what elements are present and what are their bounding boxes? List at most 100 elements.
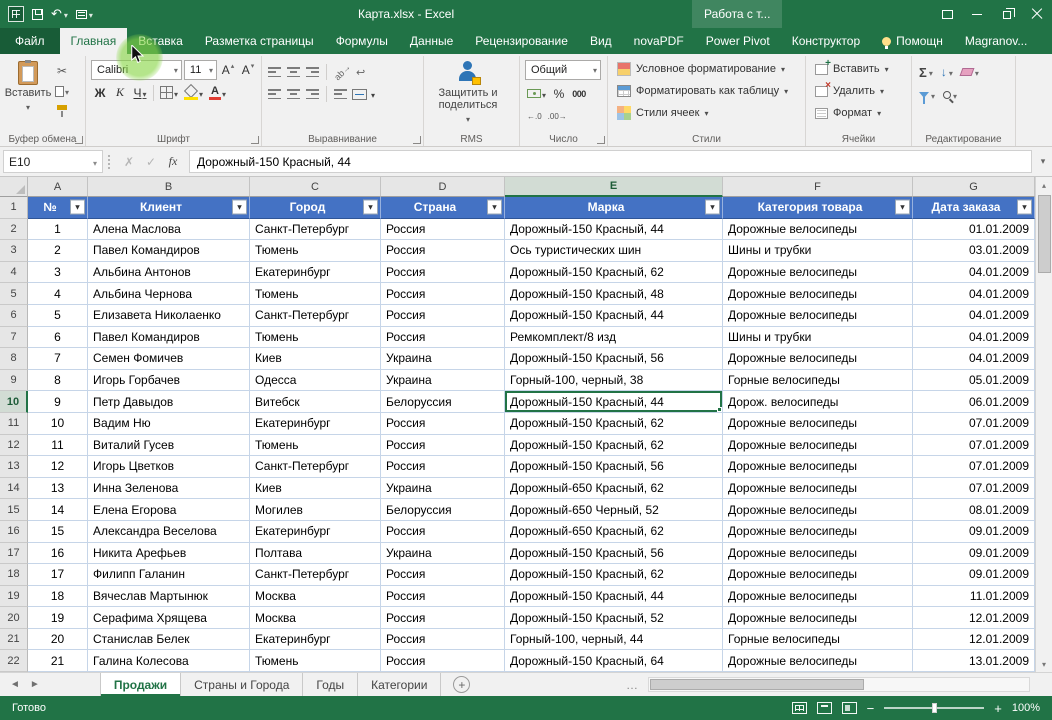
cell-B3[interactable]: Павел Командиров [88,240,250,262]
sheet-tab-prodazhi[interactable]: Продажи [100,673,181,696]
cell-G2[interactable]: 01.01.2009 [913,219,1035,241]
cell-A6[interactable]: 5 [28,305,88,327]
cell-G18[interactable]: 09.01.2009 [913,564,1035,586]
cell-D21[interactable]: Россия [381,629,505,651]
cell-A20[interactable]: 19 [28,607,88,629]
sort-filter-icon[interactable] [919,86,935,104]
row-header-8[interactable]: 8 [0,348,28,370]
cell-D2[interactable]: Россия [381,219,505,241]
cell-E17[interactable]: Дорожный-150 Красный, 56 [505,543,723,565]
cell-D13[interactable]: Россия [381,456,505,478]
cell-F8[interactable]: Дорожные велосипеды [723,348,913,370]
cell-A13[interactable]: 12 [28,456,88,478]
row-header-18[interactable]: 18 [0,564,28,586]
close-button[interactable] [1022,0,1052,28]
cell-D10[interactable]: Белоруссия [381,391,505,413]
cell-G20[interactable]: 12.01.2009 [913,607,1035,629]
cell-G16[interactable]: 09.01.2009 [913,521,1035,543]
column-header-B[interactable]: B [88,177,250,197]
cell-E1[interactable]: Марка [505,197,723,219]
borders-icon[interactable] [158,83,180,103]
delete-cells-button[interactable]: Удалить [811,80,907,102]
align-left-icon[interactable] [267,88,282,100]
cell-A11[interactable]: 10 [28,413,88,435]
insert-cells-button[interactable]: Вставить [811,58,907,80]
cell-B13[interactable]: Игорь Цветков [88,456,250,478]
clear-icon[interactable] [961,63,979,81]
row-header-3[interactable]: 3 [0,240,28,262]
cell-A4[interactable]: 3 [28,262,88,284]
cell-B6[interactable]: Елизавета Николаенко [88,305,250,327]
find-select-icon[interactable] [943,86,957,104]
cell-G11[interactable]: 07.01.2009 [913,413,1035,435]
minimize-button[interactable] [962,0,992,28]
page-layout-view-icon[interactable] [817,702,832,714]
cell-B14[interactable]: Инна Зеленова [88,478,250,500]
normal-view-icon[interactable] [792,702,807,714]
cell-A9[interactable]: 8 [28,370,88,392]
cell-B22[interactable]: Галина Колесова [88,650,250,672]
cell-G5[interactable]: 04.01.2009 [913,283,1035,305]
cell-D17[interactable]: Украина [381,543,505,565]
cell-G4[interactable]: 04.01.2009 [913,262,1035,284]
cell-G8[interactable]: 04.01.2009 [913,348,1035,370]
cell-F5[interactable]: Дорожные велосипеды [723,283,913,305]
cell-G12[interactable]: 07.01.2009 [913,435,1035,457]
autosum-button[interactable]: Σ [919,63,933,81]
cell-B2[interactable]: Алена Маслова [88,219,250,241]
cell-G10[interactable]: 06.01.2009 [913,391,1035,413]
horizontal-scroll-thumb[interactable] [650,679,864,690]
undo-icon[interactable] [51,6,68,22]
cell-A12[interactable]: 11 [28,435,88,457]
cell-B7[interactable]: Павел Командиров [88,327,250,349]
sheet-tab-strany-i-goroda[interactable]: Страны и Города [181,673,303,696]
fill-color-icon[interactable] [182,83,205,103]
row-header-6[interactable]: 6 [0,305,28,327]
cell-F19[interactable]: Дорожные велосипеды [723,586,913,608]
font-name-combo[interactable]: Calibri [91,60,182,80]
cell-B21[interactable]: Станислав Белек [88,629,250,651]
cell-D19[interactable]: Россия [381,586,505,608]
cell-C13[interactable]: Санкт-Петербург [250,456,381,478]
decrease-indent-icon[interactable] [333,88,348,100]
row-header-7[interactable]: 7 [0,327,28,349]
row-header-11[interactable]: 11 [0,413,28,435]
cell-E12[interactable]: Дорожный-150 Красный, 62 [505,435,723,457]
cell-C22[interactable]: Тюмень [250,650,381,672]
row-header-1[interactable]: 1 [0,197,28,219]
row-header-16[interactable]: 16 [0,521,28,543]
filter-button-E[interactable] [705,200,720,215]
cell-C1[interactable]: Город [250,197,381,219]
page-break-view-icon[interactable] [842,702,857,714]
cell-A19[interactable]: 18 [28,586,88,608]
cell-F21[interactable]: Горные велосипеды [723,629,913,651]
cell-A15[interactable]: 14 [28,499,88,521]
increase-font-icon[interactable]: ▴ [219,60,237,80]
cell-A2[interactable]: 1 [28,219,88,241]
cell-D8[interactable]: Украина [381,348,505,370]
cell-F10[interactable]: Дорож. велосипеды [723,391,913,413]
column-header-C[interactable]: C [250,177,381,197]
save-icon[interactable] [32,9,43,20]
next-sheet-icon[interactable] [30,679,40,690]
select-all-corner[interactable] [0,177,28,197]
fill-icon[interactable] [941,63,953,81]
cell-C21[interactable]: Екатеринбург [250,629,381,651]
vertical-scroll-thumb[interactable] [1038,195,1051,273]
format-cells-button[interactable]: Формат [811,102,907,124]
comma-style-button[interactable]: 000 [570,84,588,104]
cell-D9[interactable]: Украина [381,370,505,392]
cell-E22[interactable]: Дорожный-150 Красный, 64 [505,650,723,672]
align-right-icon[interactable] [305,88,320,100]
cell-G15[interactable]: 08.01.2009 [913,499,1035,521]
cell-D18[interactable]: Россия [381,564,505,586]
cell-F16[interactable]: Дорожные велосипеды [723,521,913,543]
new-sheet-button[interactable] [453,676,470,693]
cell-E5[interactable]: Дорожный-150 Красный, 48 [505,283,723,305]
cell-styles-button[interactable]: Стили ячеек [613,102,801,124]
conditional-formatting-button[interactable]: Условное форматирование [613,58,801,80]
ribbon-tab-data[interactable]: Данные [399,28,464,54]
cell-F15[interactable]: Дорожные велосипеды [723,499,913,521]
cell-G9[interactable]: 05.01.2009 [913,370,1035,392]
cell-E7[interactable]: Ремкомплект/8 изд [505,327,723,349]
